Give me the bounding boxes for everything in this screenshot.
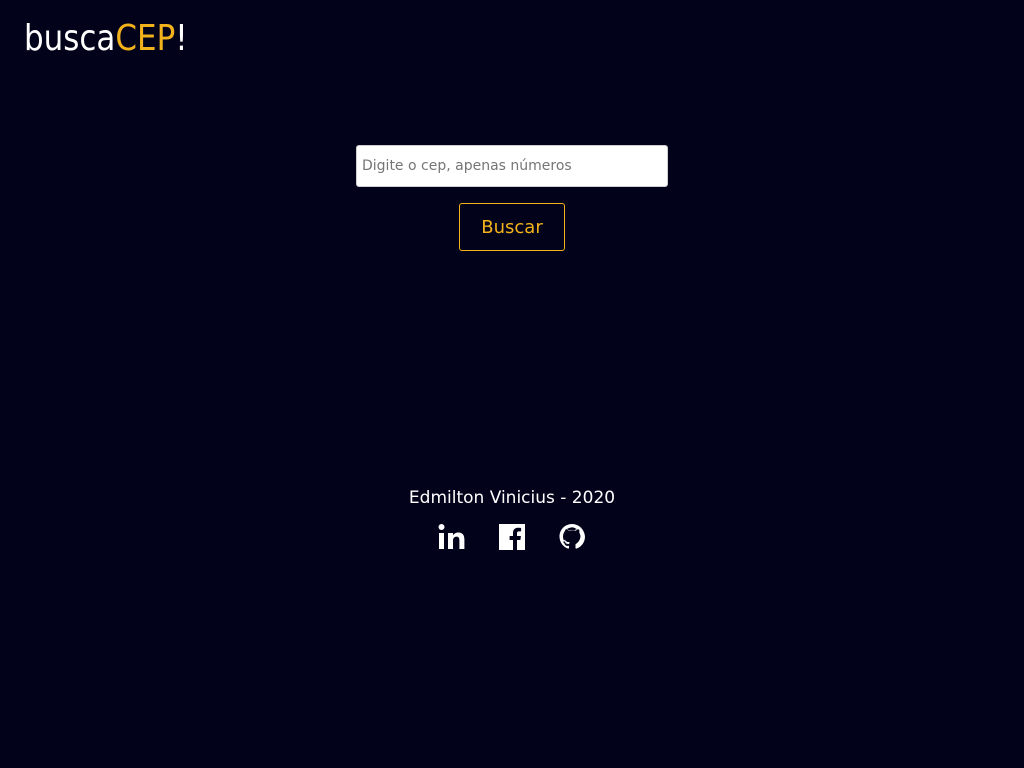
social-links <box>0 521 1024 553</box>
logo-prefix: busca <box>24 18 116 59</box>
search-button[interactable]: Buscar <box>459 203 565 251</box>
linkedin-link[interactable] <box>437 521 467 553</box>
linkedin-icon <box>438 524 465 549</box>
facebook-link[interactable] <box>497 521 527 553</box>
github-icon <box>559 524 585 549</box>
cep-input[interactable] <box>356 145 668 187</box>
logo: buscaCEP! <box>24 14 188 64</box>
github-link[interactable] <box>557 521 587 553</box>
logo-accent: CEP <box>115 18 176 59</box>
page: buscaCEP! Buscar Edmilton Vinicius - 202… <box>0 0 1024 768</box>
footer-credit: Edmilton Vinicius - 2020 <box>408 488 616 508</box>
logo-suffix: ! <box>175 18 188 59</box>
facebook-icon <box>499 524 525 550</box>
